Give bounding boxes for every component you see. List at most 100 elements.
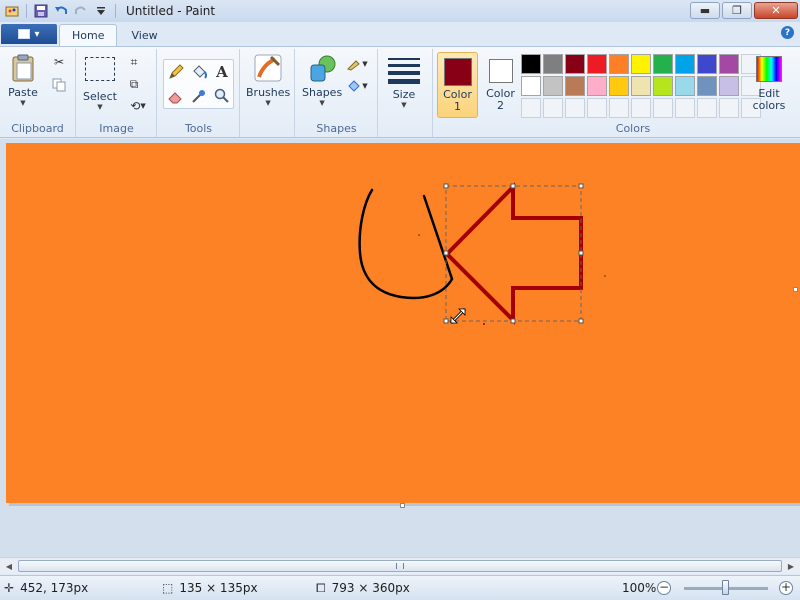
palette-swatch[interactable]: [653, 76, 673, 96]
restore-button[interactable]: ❐: [722, 2, 752, 19]
palette-swatch[interactable]: [587, 54, 607, 74]
canvas-resize-handle-bottom[interactable]: [400, 503, 405, 508]
selection-size-value: 135 × 135px: [179, 581, 258, 595]
cut-icon[interactable]: ✂: [50, 53, 68, 71]
text-tool-icon[interactable]: A: [212, 62, 232, 82]
redo-icon[interactable]: [73, 3, 89, 19]
palette-swatch[interactable]: [521, 98, 541, 118]
palette-swatch[interactable]: [565, 98, 585, 118]
scroll-right-icon[interactable]: ▶: [784, 560, 798, 573]
ribbon-tabs: ▾ Home View ?: [0, 22, 800, 46]
quick-access-toolbar: [0, 3, 118, 19]
scroll-left-icon[interactable]: ◀: [2, 560, 16, 573]
magnifier-icon[interactable]: [212, 86, 232, 106]
cursor-position: ✛ 452, 173px: [4, 581, 88, 595]
select-button[interactable]: Select ▼: [83, 57, 117, 111]
selection-size: ⬚ 135 × 135px: [162, 581, 258, 595]
palette-swatch[interactable]: [609, 76, 629, 96]
palette-swatch[interactable]: [565, 54, 585, 74]
palette-swatch[interactable]: [675, 76, 695, 96]
minimize-button[interactable]: ▬: [690, 2, 720, 19]
paint-app-icon[interactable]: [4, 3, 20, 19]
document-icon: [18, 29, 31, 39]
fill-icon[interactable]: ▼: [344, 77, 370, 95]
palette-swatch[interactable]: [609, 54, 629, 74]
palette-swatch[interactable]: [587, 76, 607, 96]
palette-swatch[interactable]: [587, 98, 607, 118]
palette-swatch[interactable]: [543, 54, 563, 74]
paste-icon: [12, 54, 34, 82]
palette-swatch[interactable]: [675, 98, 695, 118]
drawing-canvas[interactable]: [6, 143, 800, 503]
close-button[interactable]: ✕: [754, 2, 798, 19]
palette-swatch[interactable]: [521, 76, 541, 96]
outline-icon[interactable]: ▼: [344, 55, 370, 73]
palette-swatch[interactable]: [543, 76, 563, 96]
save-icon[interactable]: [33, 3, 49, 19]
palette-swatch[interactable]: [565, 76, 585, 96]
palette-swatch[interactable]: [697, 98, 717, 118]
minimize-icon: ▬: [699, 4, 711, 17]
edit-colors-button[interactable]: Edit colors: [744, 52, 794, 118]
brushes-group: Brushes ▼: [241, 49, 295, 137]
palette-swatch[interactable]: [719, 98, 739, 118]
copy-icon[interactable]: [50, 76, 68, 94]
canvas-size-value: 793 × 360px: [331, 581, 410, 595]
zoom-out-button[interactable]: −: [657, 581, 671, 595]
undo-icon[interactable]: [53, 3, 69, 19]
palette-swatch[interactable]: [543, 98, 563, 118]
palette-swatch[interactable]: [521, 54, 541, 74]
customize-dropdown-icon[interactable]: [93, 3, 109, 19]
ribbon: Paste ▼ ✂ Clipboard Select ▼ ⌗ ⧉ ⟲ ▼ Imag…: [0, 46, 800, 138]
tab-home[interactable]: Home: [59, 24, 118, 46]
brushes-button[interactable]: Brushes ▼: [246, 53, 290, 107]
canvas-size: ⧠ 793 × 360px: [316, 581, 410, 596]
divider: [115, 4, 116, 18]
stray-dot: [483, 323, 485, 325]
fill-bucket-icon[interactable]: [189, 62, 209, 82]
shapes-button[interactable]: Shapes ▼: [302, 53, 342, 107]
size-group: Size ▼: [379, 49, 433, 137]
zoom-in-button[interactable]: +: [779, 581, 793, 595]
palette-swatch[interactable]: [675, 54, 695, 74]
palette-swatch[interactable]: [653, 54, 673, 74]
chevron-down-icon: ▼: [265, 99, 271, 107]
paste-button[interactable]: Paste ▼: [8, 53, 38, 107]
color2-swatch: [488, 59, 513, 83]
palette-swatch[interactable]: [631, 98, 651, 118]
divider: [26, 4, 27, 18]
scrollbar-thumb[interactable]: [18, 560, 782, 572]
crop-icon[interactable]: ⌗: [125, 53, 143, 71]
rotate-icon[interactable]: ⟲ ▼: [125, 97, 151, 115]
zoom-slider-thumb[interactable]: [722, 580, 729, 595]
resize-icon[interactable]: ⧉: [125, 75, 143, 93]
canvas-size-icon: ⧠: [316, 580, 326, 595]
palette-swatch[interactable]: [719, 76, 739, 96]
paint-menu-button[interactable]: ▾: [1, 24, 57, 44]
palette-swatch[interactable]: [631, 54, 651, 74]
palette-swatch[interactable]: [697, 76, 717, 96]
freehand-stroke: [358, 188, 454, 300]
pencil-icon[interactable]: [166, 62, 186, 82]
stray-dot: [418, 234, 420, 236]
size-button[interactable]: Size ▼: [387, 57, 421, 109]
color2-button[interactable]: Color 2: [480, 52, 521, 118]
color1-button[interactable]: Color 1: [437, 52, 478, 118]
horizontal-scrollbar[interactable]: ◀ ▶: [0, 557, 800, 574]
palette-swatch[interactable]: [631, 76, 651, 96]
color1-number: 1: [454, 100, 461, 113]
palette-swatch[interactable]: [719, 54, 739, 74]
left-arrow-shape: [444, 182, 583, 325]
title-bar: Untitled - Paint ▬ ❐ ✕: [0, 0, 800, 22]
palette-swatch[interactable]: [697, 54, 717, 74]
chevron-down-icon: ▼: [319, 99, 325, 107]
eraser-icon[interactable]: [166, 86, 186, 106]
palette-swatch[interactable]: [609, 98, 629, 118]
help-icon[interactable]: ?: [781, 26, 794, 39]
tab-view[interactable]: View: [119, 25, 169, 46]
colors-group-label: Colors: [615, 122, 651, 135]
color-picker-icon[interactable]: [189, 86, 209, 106]
restore-icon: ❐: [732, 4, 742, 17]
palette-swatch[interactable]: [653, 98, 673, 118]
canvas-resize-handle-right[interactable]: [793, 287, 798, 292]
